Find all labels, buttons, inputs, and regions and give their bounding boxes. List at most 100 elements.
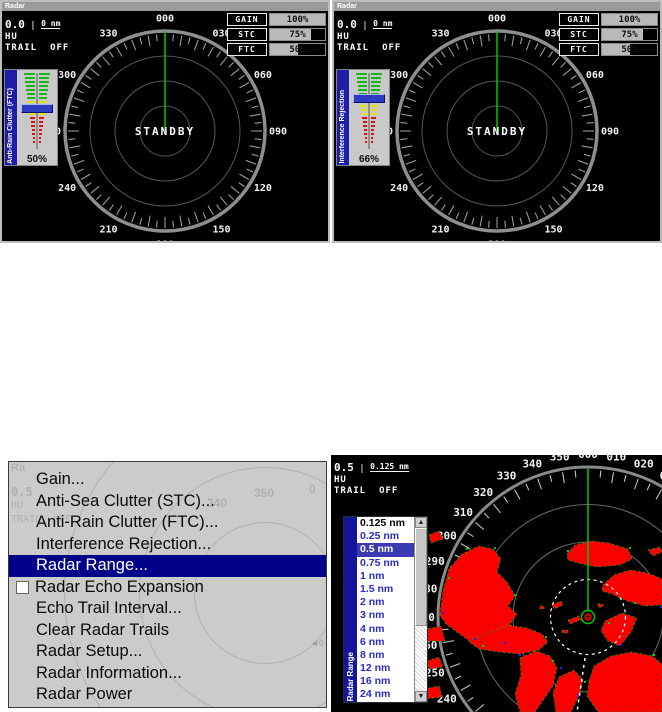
range-option-0-25-nm[interactable]: 0.25 nm bbox=[357, 530, 414, 543]
window-title: Radar bbox=[5, 3, 25, 10]
range-option-6-nm[interactable]: 6 nm bbox=[357, 636, 414, 649]
range-option-24-nm[interactable]: 24 nm bbox=[357, 688, 414, 701]
range-option-1-5-nm[interactable]: 1.5 nm bbox=[357, 583, 414, 596]
bearing-label: 120 bbox=[254, 183, 272, 194]
radar-menu: Ra 0.5 HU TRAIL OFF 340 350 0 ◄0 Gain... Anti-Se… bbox=[8, 461, 327, 708]
range-option-0-75-nm[interactable]: 0.75 nm bbox=[357, 557, 414, 570]
meter-bar[interactable]: 75% bbox=[269, 28, 326, 41]
scrollbar-thumb[interactable] bbox=[415, 528, 427, 626]
scrollbar-track[interactable] bbox=[415, 626, 427, 691]
status-range: 0.0 bbox=[337, 18, 357, 31]
bearing-label: 000 bbox=[156, 14, 174, 25]
radar-status: 0.0 | 0 nm HU TRAIL OFF bbox=[337, 18, 402, 53]
menu-item-label: Anti-Sea Clutter (STC)... bbox=[36, 491, 215, 510]
slider-bars bbox=[349, 73, 389, 143]
slider-value: 66% bbox=[358, 154, 379, 165]
slider-body[interactable]: 50% bbox=[17, 70, 57, 165]
menu-item-list: Gain... Anti-Sea Clutter (STC)... Anti-Rai… bbox=[9, 462, 326, 706]
bearing-label: 210 bbox=[431, 224, 449, 235]
menu-item-anti-sea-clutter-stc[interactable]: Anti-Sea Clutter (STC)... bbox=[9, 491, 326, 513]
bearing-label: 330 bbox=[431, 29, 449, 40]
menu-item-interference-rejection[interactable]: Interference Rejection... bbox=[9, 534, 326, 556]
slider-label: Anti-Rain Clutter (FTC) bbox=[7, 88, 14, 164]
page: Radar 0000300600901201501802102402703003… bbox=[0, 0, 662, 712]
interference-rejection-slider[interactable]: Interference Rejection 66% bbox=[336, 69, 390, 166]
menu-item-label: Radar Power bbox=[36, 685, 133, 704]
range-option-2-nm[interactable]: 2 nm bbox=[357, 596, 414, 609]
slider-value: 50% bbox=[26, 154, 47, 165]
status-range-units: 0.125 nm bbox=[370, 462, 409, 472]
menu-item-label: Radar Information... bbox=[36, 663, 182, 682]
range-option-0-5-nm[interactable]: 0.5 nm bbox=[357, 543, 414, 557]
menu-item-radar-setup[interactable]: Radar Setup... bbox=[9, 641, 326, 663]
slider-body[interactable]: 66% bbox=[349, 70, 389, 165]
bearing-label: 300 bbox=[58, 70, 76, 81]
range-option-3-nm[interactable]: 3 nm bbox=[357, 609, 414, 622]
meter-label: GAIN bbox=[227, 13, 267, 26]
window-titlebar[interactable]: Radar bbox=[2, 2, 328, 11]
gain-stc-ftc-meters: GAIN 100% STC 75% FTC 50% bbox=[227, 13, 326, 56]
menu-item-radar-power[interactable]: Radar Power bbox=[9, 684, 326, 706]
meter-row-gain: GAIN 100% bbox=[559, 13, 658, 26]
meter-bar[interactable]: 100% bbox=[601, 13, 658, 26]
radar-display: 000030060090120150180210240270300330STAN… bbox=[2, 11, 328, 241]
range-option-8-nm[interactable]: 8 nm bbox=[357, 649, 414, 662]
bearing-label: 010 bbox=[606, 455, 626, 463]
echo-returns bbox=[422, 530, 662, 712]
meter-label: FTC bbox=[227, 43, 267, 56]
slider-handle[interactable] bbox=[21, 104, 53, 113]
meter-value: 50% bbox=[621, 44, 638, 55]
checkbox-icon[interactable] bbox=[16, 580, 29, 594]
radar-window-ftc: Radar 0000300600901201501802102402703003… bbox=[0, 0, 330, 243]
radar-active-display: 0000100200300400500600700800901001101201… bbox=[331, 455, 662, 712]
range-option-0-125-nm[interactable]: 0.125 nm bbox=[357, 517, 414, 530]
menu-item-gain[interactable]: Gain... bbox=[9, 469, 326, 491]
menu-item-clear-radar-trails[interactable]: Clear Radar Trails bbox=[9, 620, 326, 642]
bearing-label: 150 bbox=[544, 224, 562, 235]
menu-item-label: Anti-Rain Clutter (FTC)... bbox=[36, 513, 219, 532]
scroll-down-icon[interactable]: ▼ bbox=[415, 691, 427, 702]
meter-value: 75% bbox=[621, 29, 638, 40]
status-trail-value: OFF bbox=[50, 43, 70, 53]
bearing-label: 320 bbox=[473, 486, 493, 499]
anti-rain-clutter-slider[interactable]: Anti-Rain Clutter (FTC) 50% bbox=[4, 69, 58, 166]
menu-item-echo-trail-interval[interactable]: Echo Trail Interval... bbox=[9, 598, 326, 620]
range-option-4-nm[interactable]: 4 nm bbox=[357, 623, 414, 636]
bearing-label: 300 bbox=[390, 70, 408, 81]
slider-handle[interactable] bbox=[353, 94, 385, 104]
bearing-label: 240 bbox=[390, 183, 408, 194]
menu-item-anti-rain-clutter-ftc[interactable]: Anti-Rain Clutter (FTC)... bbox=[9, 512, 326, 534]
scroll-up-icon[interactable]: ▲ bbox=[415, 517, 427, 528]
range-option-1-nm[interactable]: 1 nm bbox=[357, 570, 414, 583]
meter-value: 75% bbox=[289, 29, 306, 40]
status-range-units: 0 nm bbox=[373, 19, 393, 29]
meter-bar[interactable]: 75% bbox=[601, 28, 658, 41]
menu-item-label: Radar Setup... bbox=[36, 642, 143, 661]
bearing-label: 180 bbox=[156, 240, 174, 242]
status-trail-label: TRAIL bbox=[5, 43, 38, 53]
bearing-label: 340 bbox=[522, 458, 542, 471]
range-option-12-nm[interactable]: 12 nm bbox=[357, 662, 414, 675]
bearing-label: 090 bbox=[601, 127, 619, 138]
radar-range-listbox: Radar Range 0.125 nm 0.25 nm 0.5 nm 0.75 nm… bbox=[343, 516, 428, 703]
meter-bar[interactable]: 50% bbox=[601, 43, 658, 56]
menu-item-label: Interference Rejection... bbox=[36, 534, 212, 553]
window-titlebar[interactable]: Radar bbox=[334, 2, 660, 11]
radar-status: 0.5 | 0.125 nm HU TRAIL OFF bbox=[334, 461, 409, 496]
bearing-label: 150 bbox=[212, 224, 230, 235]
slider-label-strip: Interference Rejection bbox=[337, 70, 349, 165]
meter-label: FTC bbox=[559, 43, 599, 56]
menu-item-radar-echo-expansion[interactable]: Radar Echo Expansion bbox=[9, 577, 326, 599]
meter-bar[interactable]: 100% bbox=[269, 13, 326, 26]
status-trail-value: OFF bbox=[379, 486, 399, 496]
menu-item-label: Radar Echo Expansion bbox=[35, 577, 204, 596]
meter-bar[interactable]: 50% bbox=[269, 43, 326, 56]
range-option-16-nm[interactable]: 16 nm bbox=[357, 675, 414, 688]
menu-item-radar-information[interactable]: Radar Information... bbox=[9, 663, 326, 685]
range-list-label: Radar Range bbox=[346, 651, 355, 701]
range-list-scrollbar[interactable]: ▲ ▼ bbox=[414, 517, 427, 702]
meter-row-gain: GAIN 100% bbox=[227, 13, 326, 26]
slider-label: Interference Rejection bbox=[339, 90, 346, 164]
menu-item-radar-range[interactable]: Radar Range... bbox=[9, 555, 326, 577]
radar-window-ir: Radar 0000300600901201501802102402703003… bbox=[332, 0, 662, 243]
